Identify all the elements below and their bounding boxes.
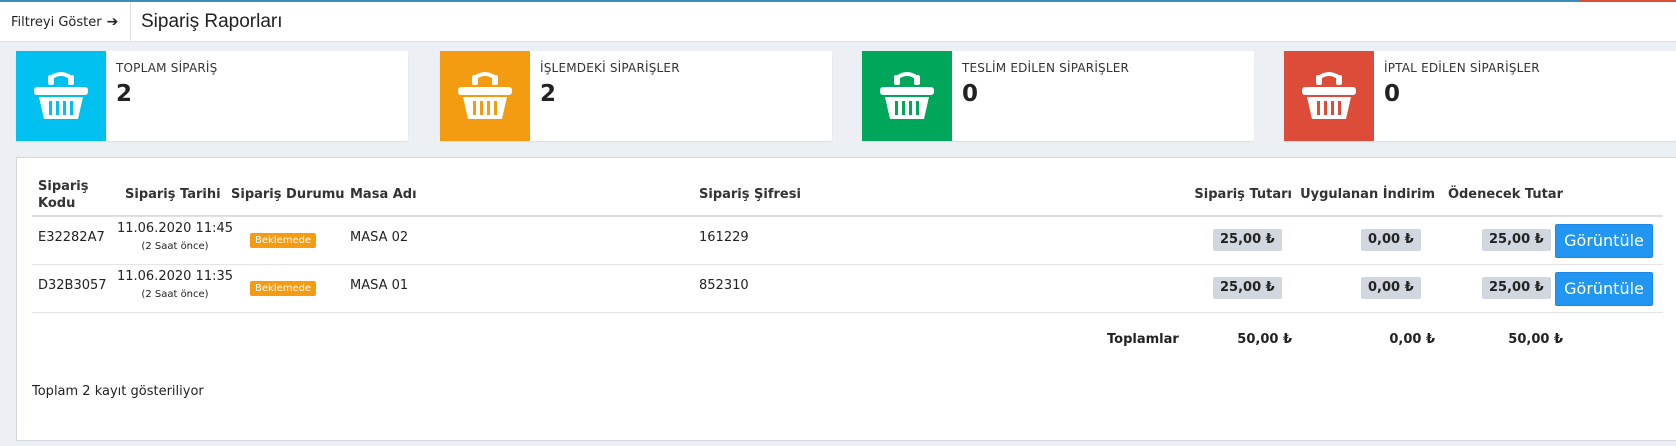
column-header-order-code-line1: Sipariş [38,179,89,194]
status-badge-label: Beklemede [250,233,317,248]
payable-amount: 25,00 ₺ [1482,277,1551,299]
total-discount: 0,00 ₺ [1389,332,1435,347]
basket-icon [16,51,106,141]
basket-icon [862,51,952,141]
payable-amount: 25,00 ₺ [1482,229,1551,251]
order-amount: 25,00 ₺ [1213,277,1282,299]
order-code: E32282A7 [38,230,105,245]
column-header-payable[interactable]: Ödenecek Tutar [1417,187,1563,202]
order-code: D32B3057 [38,278,107,293]
basket-icon [440,51,530,141]
discount-amount: 0,00 ₺ [1361,277,1421,299]
table-name: MASA 02 [350,230,409,245]
column-header-discount[interactable]: Uygulanan İndirim [1287,187,1435,202]
total-amount: 50,00 ₺ [1237,332,1292,347]
status-badge-label: Beklemede [250,281,317,296]
show-filter-label: Filtreyi Göster [11,14,102,30]
stat-label: İŞLEMDEKİ SİPARİŞLER [540,61,680,75]
arrow-right-icon: ➔ [106,14,119,30]
column-header-order-amount[interactable]: Sipariş Tutarı [1117,187,1292,202]
view-order-button[interactable]: Görüntüle [1555,224,1653,258]
top-bar: Filtreyi Göster ➔ Sipariş Raporları [0,2,1676,42]
status-badge: Beklemede [250,280,317,296]
show-filter-button[interactable]: Filtreyi Göster ➔ [0,2,131,42]
stat-label: TOPLAM SİPARİŞ [116,61,218,75]
column-header-order-status[interactable]: Sipariş Durumu [231,187,345,202]
stat-box-delivered-orders: TESLİM EDİLEN SİPARİŞLER 0 [862,51,1254,141]
column-header-order-date[interactable]: Sipariş Tarihi [125,187,221,202]
stat-value: 0 [962,81,979,107]
status-badge: Beklemede [250,232,317,248]
table-name: MASA 01 [350,278,409,293]
stat-value: 0 [1384,81,1401,107]
view-order-button[interactable]: Görüntüle [1555,272,1653,306]
order-date: 11.06.2020 11:45 [116,221,234,236]
stat-label: İPTAL EDİLEN SİPARİŞLER [1384,61,1540,75]
order-amount: 25,00 ₺ [1213,229,1282,251]
order-date: 11.06.2020 11:35 [116,269,234,284]
stat-box-total-orders: TOPLAM SİPARİŞ 2 [16,51,408,141]
order-time-ago: (2 Saat önce) [141,289,209,300]
stat-label: TESLİM EDİLEN SİPARİŞLER [962,61,1130,75]
row-divider [32,312,1663,313]
stat-value: 2 [540,81,557,107]
orders-table-panel: Sipariş Kodu Sipariş Tarihi Sipariş Duru… [16,157,1676,441]
column-header-order-code-line2: Kodu [38,196,76,211]
records-summary: Toplam 2 kayıt gösteriliyor [32,384,204,399]
basket-icon [1284,51,1374,141]
order-password: 852310 [699,278,749,293]
total-payable: 50,00 ₺ [1508,332,1563,347]
order-password: 161229 [699,230,749,245]
stat-value: 2 [116,81,133,107]
page-title: Sipariş Raporları [141,11,283,32]
stat-box-cancelled-orders: İPTAL EDİLEN SİPARİŞLER 0 [1284,51,1676,141]
column-header-order-password[interactable]: Sipariş Şifresi [699,187,801,202]
stat-box-processing-orders: İŞLEMDEKİ SİPARİŞLER 2 [440,51,832,141]
order-time-ago: (2 Saat önce) [141,241,209,252]
column-header-table-name[interactable]: Masa Adı [350,187,417,202]
discount-amount: 0,00 ₺ [1361,229,1421,251]
header-divider [32,215,1663,217]
column-header-order-code[interactable]: Sipariş Kodu [38,178,89,212]
row-divider [32,264,1663,265]
